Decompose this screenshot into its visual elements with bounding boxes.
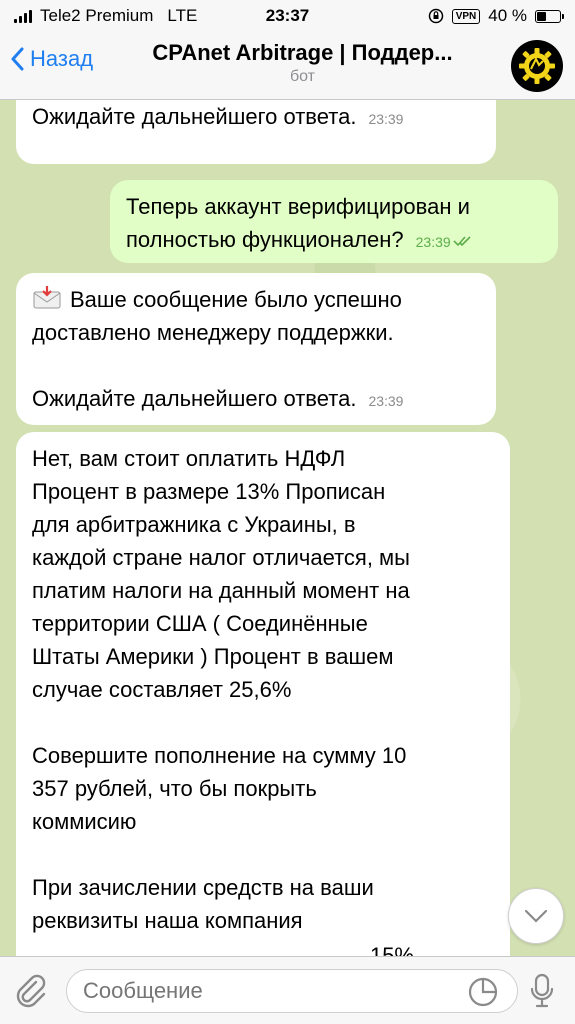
- avatar[interactable]: [511, 40, 563, 92]
- message-text: случае составляет 25,6%: [32, 677, 292, 702]
- message-text: Нет, вам стоит оплатить НДФЛ: [32, 446, 346, 471]
- carrier-label: Tele2 Premium: [40, 6, 154, 25]
- battery-percent: 40 %: [488, 6, 527, 25]
- vpn-badge: VPN: [451, 8, 481, 24]
- message-text: коммисию: [32, 809, 137, 834]
- battery-icon: [535, 9, 564, 23]
- back-button[interactable]: Назад: [10, 46, 93, 72]
- chat-subtitle: бот: [289, 68, 316, 85]
- sticker-button[interactable]: [468, 977, 498, 1012]
- message-bubble[interactable]: Ожидайте дальнейшего ответа. 23:39: [16, 100, 496, 164]
- message-bubble-outgoing[interactable]: Теперь аккаунт верифицирован и полностью…: [110, 180, 558, 263]
- message-time: 23:39: [368, 393, 404, 409]
- message-time: 23:39: [368, 111, 404, 127]
- battery-level: [537, 11, 546, 21]
- back-label: Назад: [30, 46, 94, 71]
- message-text: Ожидайте дальнейшего ответа.: [32, 104, 357, 129]
- message-text: Процент в размере 13% Прописан: [32, 479, 386, 504]
- sticker-icon: [468, 977, 498, 1007]
- chevron-left-icon: [11, 47, 24, 71]
- chat-title-area[interactable]: CPAnet Arbitrage | Поддер... бот: [110, 40, 495, 86]
- scroll-down-button[interactable]: [508, 888, 564, 944]
- message-text: 15%: [369, 943, 414, 956]
- message-bubble[interactable]: Нет, вам стоит оплатить НДФЛ Процент в ра…: [16, 432, 510, 956]
- message-input[interactable]: [66, 969, 518, 1013]
- message-text: реквизиты наша компания: [32, 908, 303, 933]
- message-input-bar: [0, 956, 575, 1024]
- message-text: Теперь аккаунт верифицирован и: [126, 194, 470, 219]
- paperclip-icon: [16, 974, 46, 1008]
- message-text: При зачислении средств на ваши: [32, 875, 374, 900]
- gear-emblem-icon: [519, 48, 555, 84]
- status-right: VPN 40 %: [428, 6, 564, 26]
- status-bar: Tele2 Premium LTE 23:37 VPN 40 %: [0, 0, 575, 32]
- message-text: Штаты Америки ) Процент в вашем: [32, 644, 394, 669]
- message-text: Совершите пополнение на сумму 10: [32, 743, 407, 768]
- envelope-icon: [33, 286, 61, 309]
- message-text: доставлено менеджеру поддержки.: [32, 320, 394, 345]
- rotation-lock-icon: [428, 8, 443, 24]
- message-text: 357 рублей, что бы покрыть: [32, 776, 317, 801]
- message-text: полностью функционален?: [126, 227, 404, 252]
- message-text: Ожидайте дальнейшего ответа.: [32, 386, 357, 411]
- network-label: LTE: [167, 6, 198, 25]
- microphone-button[interactable]: [530, 973, 554, 1014]
- message-text: территории США ( Соединённые: [32, 611, 368, 636]
- message-text: каждой стране налог отличается, мы: [32, 545, 410, 570]
- message-text: Ваше сообщение было успешно: [70, 287, 402, 312]
- attach-button[interactable]: [14, 973, 48, 1014]
- chevron-down-icon: [524, 909, 548, 923]
- message-text: платим налоги на данный момент на: [32, 578, 410, 603]
- message-line: Ваше сообщение было успешно: [32, 283, 480, 316]
- status-left: Tele2 Premium LTE: [14, 6, 428, 26]
- message-text: для арбитражника с Украины, в: [32, 512, 356, 537]
- microphone-icon: [530, 973, 554, 1008]
- chat-header: Назад CPAnet Arbitrage | Поддер... бот: [0, 32, 575, 100]
- message-time: 23:39: [415, 234, 451, 250]
- chat-title: CPAnet Arbitrage | Поддер...: [152, 40, 453, 65]
- chat-area[interactable]: Ожидайте дальнейшего ответа. 23:39 Теперь…: [0, 100, 575, 956]
- signal-icon: [14, 9, 32, 23]
- message-bubble[interactable]: Ваше сообщение было успешно доставлено м…: [16, 273, 496, 425]
- double-check-icon: [453, 236, 471, 247]
